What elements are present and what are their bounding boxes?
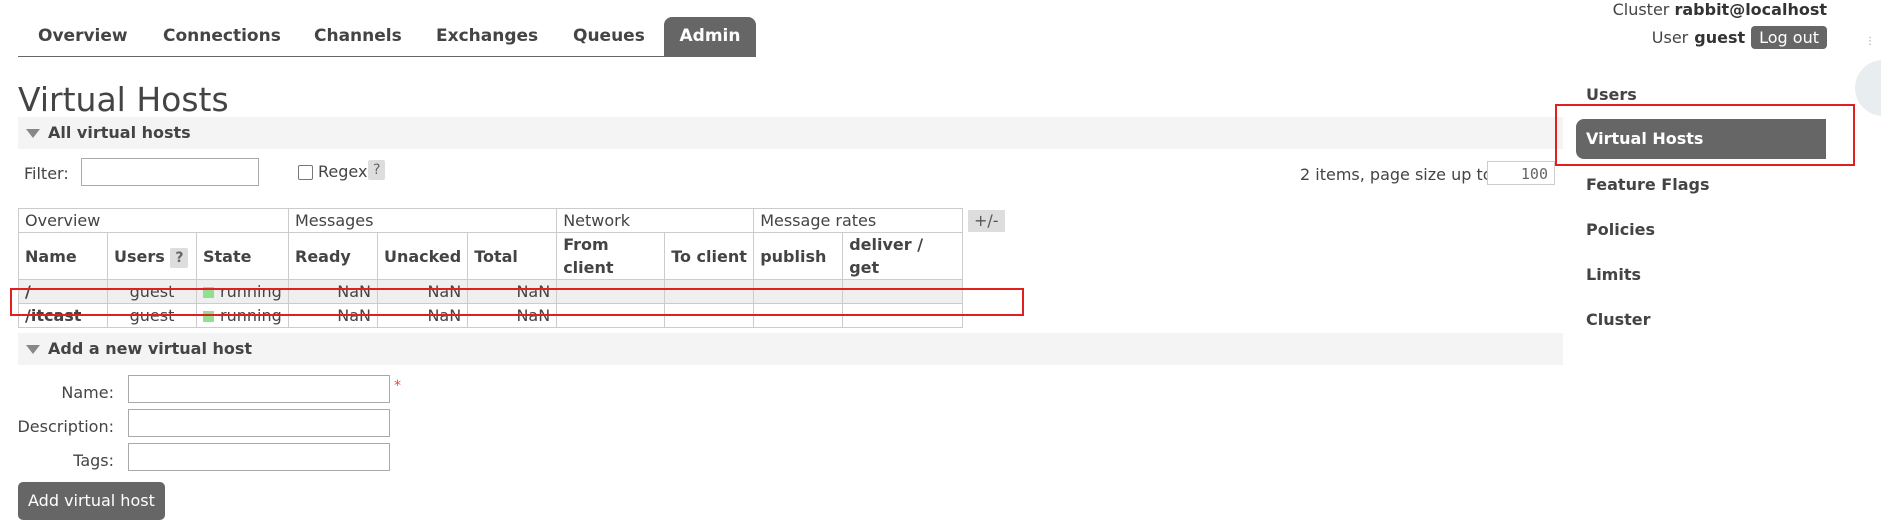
main-nav: Overview Connections Channels Exchanges … [18,17,756,57]
page-size-input[interactable]: 100 [1487,161,1555,185]
col-ready[interactable]: Ready [288,232,378,280]
description-field[interactable] [128,409,390,437]
col-users-label: Users [114,246,165,266]
sidebar-item-users[interactable]: Users [1586,85,1637,104]
col-users[interactable]: Users ? [107,232,197,280]
col-to-client[interactable]: To client [664,232,755,280]
add-virtual-host-button[interactable]: Add virtual host [18,482,165,520]
tab-exchanges[interactable]: Exchanges [436,17,538,56]
col-publish[interactable]: publish [753,232,844,280]
user-prefix: User [1651,28,1689,47]
user-info: User guest Log out [1652,26,1827,49]
collapse-triangle-icon [26,129,40,138]
description-label: Description: [17,417,114,436]
group-header-message-rates: Message rates [753,208,964,233]
group-header-overview: Overview [18,208,289,233]
filter-input[interactable] [81,158,259,186]
col-total[interactable]: Total [467,232,558,280]
user-name: guest [1694,28,1746,47]
highlight-box-itcast-row [10,288,1024,316]
group-header-messages: Messages [287,208,558,233]
regex-checkbox[interactable] [298,165,313,180]
tab-connections[interactable]: Connections [163,17,281,56]
tags-label: Tags: [73,451,114,470]
items-info: 2 items, page size up to [1300,165,1493,184]
cluster-prefix: Cluster [1612,0,1670,19]
name-label: Name: [61,383,114,402]
tags-field[interactable] [128,443,390,471]
name-field[interactable] [128,375,390,403]
col-state[interactable]: State [196,232,289,280]
col-unacked[interactable]: Unacked [376,232,469,280]
sidebar-item-feature-flags[interactable]: Feature Flags [1586,175,1709,194]
sidebar-item-cluster[interactable]: Cluster [1586,310,1651,329]
sidebar-item-policies[interactable]: Policies [1586,220,1655,239]
sidebar-item-limits[interactable]: Limits [1586,265,1641,284]
floating-assistant-icon[interactable] [1855,60,1881,116]
collapse-triangle-icon [26,345,40,354]
regex-label: Regex [318,162,368,181]
users-help-icon[interactable]: ? [170,247,189,268]
col-deliver-get[interactable]: deliver / get [842,232,964,280]
tab-overview[interactable]: Overview [38,17,128,56]
col-from-client[interactable]: From client [556,232,666,280]
tab-admin[interactable]: Admin [664,17,756,56]
required-marker: * [394,378,401,394]
cluster-info: Cluster rabbit@localhost [1613,0,1827,19]
filter-label: Filter: [24,164,69,183]
highlight-box-virtual-hosts [1555,104,1855,166]
section-all-vhosts-header[interactable]: All virtual hosts [18,117,1563,149]
section-all-vhosts-title: All virtual hosts [48,123,191,142]
window-edge-grip-icon: ⋮ [1865,36,1875,47]
tab-channels[interactable]: Channels [314,17,402,56]
regex-help-icon[interactable]: ? [368,160,386,180]
columns-toggle-button[interactable]: +/- [968,210,1005,232]
page-title: Virtual Hosts [18,80,229,119]
logout-button[interactable]: Log out [1751,26,1827,49]
group-header-network: Network [556,208,755,233]
section-add-vhost-title: Add a new virtual host [48,339,253,358]
section-add-vhost-header[interactable]: Add a new virtual host [18,333,1563,365]
col-name[interactable]: Name [18,232,108,280]
cluster-name: rabbit@localhost [1674,0,1827,19]
tab-queues[interactable]: Queues [573,17,645,56]
